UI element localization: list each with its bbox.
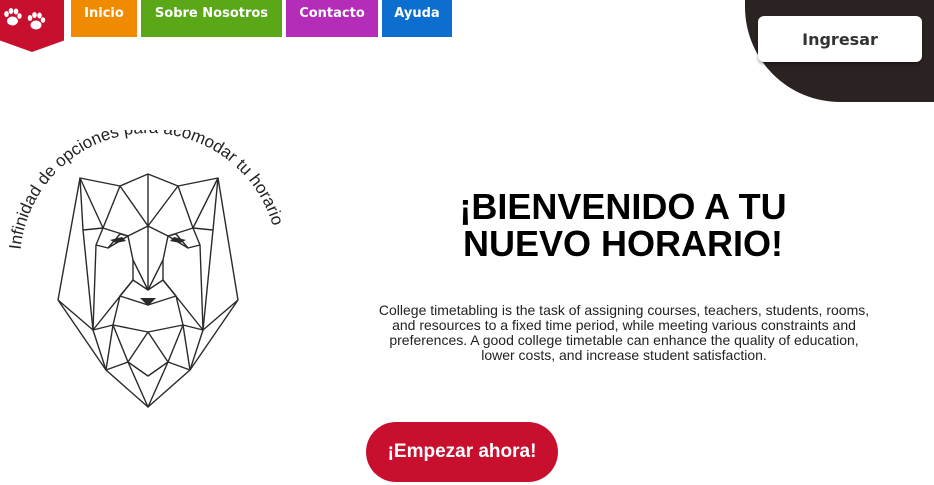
start-now-button[interactable]: ¡Empezar ahora! bbox=[366, 422, 558, 482]
paw-print-icon bbox=[4, 8, 46, 30]
brand-logo[interactable] bbox=[0, 0, 64, 52]
nav-item-contacto[interactable]: Contacto bbox=[286, 0, 378, 37]
login-button[interactable]: Ingresar bbox=[758, 16, 922, 62]
hero-description: College timetabling is the task of assig… bbox=[378, 302, 870, 363]
nav-item-ayuda[interactable]: Ayuda bbox=[382, 0, 452, 37]
panther-illustration: Infinidad de opciones para acomodar tu h… bbox=[8, 130, 287, 408]
nav-item-sobre-nosotros[interactable]: Sobre Nosotros bbox=[141, 0, 282, 37]
nav-item-inicio[interactable]: Inicio bbox=[71, 0, 137, 37]
hero-title: ¡BIENVENIDO A TU NUEVO HORARIO! bbox=[459, 186, 787, 264]
